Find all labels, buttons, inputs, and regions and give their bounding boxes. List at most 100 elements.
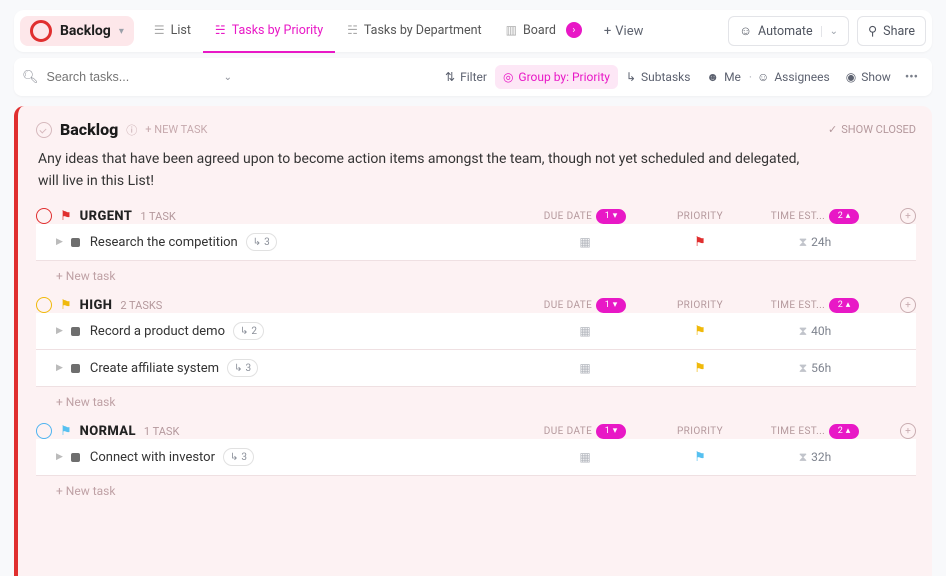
view-label: Tasks by Department [364, 23, 482, 38]
show-button[interactable]: ◉ Show [838, 70, 899, 84]
list-ring-icon [30, 20, 52, 42]
task-row[interactable]: ▶Connect with investor↳3▦⚑⧗32h [36, 439, 916, 476]
chevron-down-icon[interactable]: ⌄ [224, 72, 232, 83]
view-board[interactable]: ▥ Board › [494, 9, 594, 53]
col-priority[interactable]: PRIORITY [670, 300, 730, 311]
show-closed-button[interactable]: ✓ SHOW CLOSED [828, 123, 916, 136]
status-square-icon[interactable] [71, 364, 80, 373]
main-content: Backlog ⓘ + NEW TASK ✓ SHOW CLOSED Any i… [14, 106, 932, 576]
col-due-date[interactable]: DUE DATE 1 ▾ [540, 424, 630, 439]
sort-badge: 2 ▴ [829, 424, 859, 439]
show-label: Show [861, 70, 891, 84]
due-date-cell[interactable]: ▦ [540, 235, 630, 249]
calendar-icon: ▦ [579, 361, 590, 375]
col-priority[interactable]: PRIORITY [670, 426, 730, 437]
estimate-cell[interactable]: ⧗32h [770, 450, 860, 465]
assignees-button[interactable]: · ☺ Assignees [749, 70, 838, 84]
view-list[interactable]: ☰ List [142, 9, 203, 53]
collapse-ring-icon[interactable] [36, 423, 52, 439]
views-tabs: ☰ List ☵ Tasks by Priority ☵ Tasks by De… [142, 10, 654, 52]
expand-icon[interactable]: ▶ [56, 452, 63, 462]
priority-cell[interactable]: ⚑ [670, 450, 730, 465]
add-view-button[interactable]: + View [594, 24, 654, 39]
priority-cell[interactable]: ⚑ [670, 324, 730, 339]
task-name: Create affiliate system [90, 361, 219, 376]
list-icon: ☵ [215, 23, 226, 37]
show-closed-label: SHOW CLOSED [841, 123, 916, 136]
calendar-icon: ▦ [579, 324, 590, 338]
estimate-cell[interactable]: ⧗24h [770, 235, 860, 250]
col-due-date[interactable]: DUE DATE 1 ▾ [540, 298, 630, 313]
sort-badge: 2 ▴ [829, 209, 859, 224]
priority-cell[interactable]: ⚑ [670, 235, 730, 250]
col-time-estimate[interactable]: TIME EST... 2 ▴ [770, 209, 860, 224]
flag-icon: ⚑ [694, 361, 706, 376]
chevron-down-icon: ⌄ [821, 26, 838, 37]
list-title-chip[interactable]: Backlog ▾ [20, 16, 134, 46]
new-task-row[interactable]: + New task [56, 395, 916, 409]
priority-group: ⚑HIGH2 TASKSDUE DATE 1 ▾PRIORITYTIME EST… [36, 297, 916, 409]
status-square-icon[interactable] [71, 327, 80, 336]
share-button[interactable]: ⚲ Share [857, 16, 926, 46]
expand-icon[interactable]: ▶ [56, 237, 63, 247]
subtask-pill[interactable]: ↳3 [223, 448, 254, 466]
due-date-cell[interactable]: ▦ [540, 450, 630, 464]
estimate-cell[interactable]: ⧗56h [770, 361, 860, 376]
sort-badge: 2 ▴ [829, 298, 859, 313]
subtask-icon: ↳ [240, 326, 248, 337]
task-row[interactable]: ▶ Create affiliate system ↳3 ▦ ⚑ ⧗56h [36, 350, 916, 387]
expand-icon[interactable]: ▶ [56, 363, 63, 373]
collapse-ring-icon[interactable] [36, 122, 52, 138]
group-by-chip[interactable]: ◎ Group by: Priority [495, 65, 618, 89]
new-task-button[interactable]: + NEW TASK [145, 123, 207, 136]
expand-icon[interactable]: ▶ [56, 326, 63, 336]
group-icon: ◎ [503, 70, 513, 84]
assignees-label: Assignees [774, 70, 829, 84]
sort-badge: 1 ▾ [596, 298, 626, 313]
board-icon: ▥ [506, 23, 517, 37]
estimate-cell[interactable]: ⧗40h [770, 324, 860, 339]
due-date-cell[interactable]: ▦ [540, 361, 630, 375]
col-time-estimate[interactable]: TIME EST... 2 ▴ [770, 424, 860, 439]
subtask-pill[interactable]: ↳2 [233, 322, 264, 340]
group-header: ⚑URGENT1 TASKDUE DATE 1 ▾PRIORITYTIME ES… [36, 208, 916, 224]
subtasks-label: Subtasks [641, 70, 690, 84]
new-task-row[interactable]: + New task [56, 484, 916, 498]
due-date-cell[interactable]: ▦ [540, 324, 630, 338]
status-square-icon[interactable] [71, 453, 80, 462]
col-time-estimate[interactable]: TIME EST... 2 ▴ [770, 298, 860, 313]
search-box[interactable]: 🔍︎ ⌄ [22, 69, 232, 85]
group-header: ⚑HIGH2 TASKSDUE DATE 1 ▾PRIORITYTIME EST… [36, 297, 916, 313]
add-column-button[interactable]: + [900, 208, 916, 224]
col-due-date[interactable]: DUE DATE 1 ▾ [540, 209, 630, 224]
flag-icon: ⚑ [694, 324, 706, 339]
section-title: Backlog [60, 120, 118, 139]
filter-button[interactable]: ⇅ Filter [437, 70, 495, 84]
add-column-button[interactable]: + [900, 423, 916, 439]
filter-icon: ⇅ [445, 70, 455, 84]
automate-button[interactable]: ☺ Automate ⌄ [728, 16, 849, 46]
person-icon: ☻ [706, 70, 719, 84]
view-tasks-by-priority[interactable]: ☵ Tasks by Priority [203, 9, 335, 53]
new-task-row[interactable]: + New task [56, 269, 916, 283]
eye-icon: ◉ [846, 70, 856, 84]
search-input[interactable] [45, 69, 169, 85]
collapse-ring-icon[interactable] [36, 208, 52, 224]
col-priority[interactable]: PRIORITY [670, 211, 730, 222]
view-tasks-by-department[interactable]: ☵ Tasks by Department [335, 9, 494, 53]
priority-cell[interactable]: ⚑ [670, 361, 730, 376]
add-column-button[interactable]: + [900, 297, 916, 313]
collapse-ring-icon[interactable] [36, 297, 52, 313]
info-icon[interactable]: ⓘ [126, 122, 137, 138]
me-button[interactable]: ☻ Me [698, 70, 748, 84]
subtask-pill[interactable]: ↳3 [227, 359, 258, 377]
subtask-pill[interactable]: ↳3 [246, 233, 277, 251]
task-row[interactable]: ▶Record a product demo↳2▦⚑⧗40h [36, 313, 916, 350]
status-square-icon[interactable] [71, 238, 80, 247]
subtask-icon: ↳ [230, 452, 238, 463]
subtasks-button[interactable]: ↳ Subtasks [618, 70, 698, 84]
more-icon[interactable]: ••• [899, 70, 924, 85]
task-row[interactable]: ▶Research the competition↳3▦⚑⧗24h [36, 224, 916, 261]
priority-group: ⚑URGENT1 TASKDUE DATE 1 ▾PRIORITYTIME ES… [36, 208, 916, 283]
flag-icon: ⚑ [694, 450, 706, 465]
